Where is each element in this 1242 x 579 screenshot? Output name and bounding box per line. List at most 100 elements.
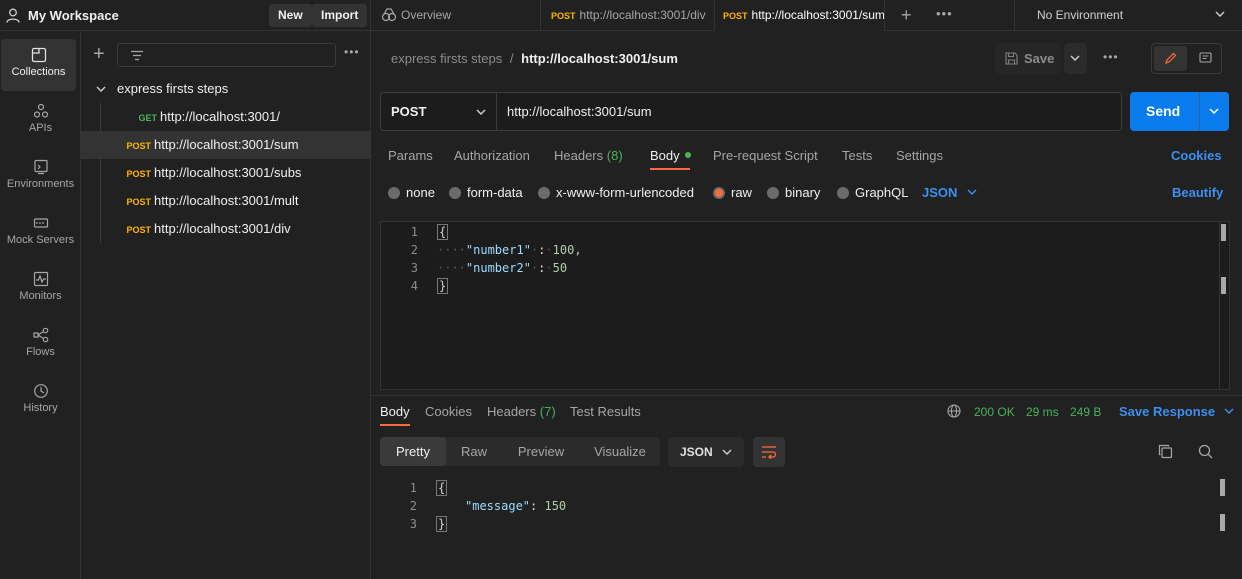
collection-folder[interactable]: express firsts steps [81, 75, 371, 103]
edit-mode-button[interactable] [1154, 46, 1187, 71]
response-tab-test-results[interactable]: Test Results [570, 404, 641, 419]
save-button[interactable]: Save [995, 43, 1062, 74]
response-tab-headers[interactable]: Headers (7) [487, 404, 556, 419]
breadcrumb: express firsts steps / http://localhost:… [391, 51, 678, 66]
pencil-icon [1165, 52, 1177, 64]
code-line: ····"number2"·:·50 [437, 261, 568, 275]
tab-tests[interactable]: Tests [842, 148, 872, 163]
sidebar-item-environments[interactable]: Environments [0, 151, 81, 203]
chevron-down-icon[interactable] [1209, 108, 1219, 115]
tab-method: POST [723, 11, 748, 21]
globe-icon[interactable] [947, 404, 961, 418]
response-size[interactable]: 249 B [1070, 405, 1101, 419]
request-body-editor[interactable]: 1 { 2 ····"number1"·:·100, 3 ····"number… [380, 221, 1230, 390]
tab-authorization[interactable]: Authorization [454, 148, 530, 163]
tab-body-label: Body [650, 148, 680, 163]
radio-binary[interactable]: binary [767, 185, 820, 200]
sidebar-item-history[interactable]: History [0, 375, 81, 427]
view-pretty-button[interactable]: Pretty [380, 437, 446, 466]
line-number: 2 [410, 243, 418, 257]
request-method: GET [138, 113, 157, 123]
radio-urlencoded[interactable]: x-www-form-urlencoded [538, 185, 694, 200]
environment-selector[interactable]: No Environment [1014, 0, 1242, 31]
tab-params[interactable]: Params [388, 148, 433, 163]
scrollbar-marker [1220, 514, 1225, 531]
response-tab-body[interactable]: Body [380, 404, 410, 419]
radio-raw[interactable]: raw [713, 185, 752, 200]
search-icon[interactable] [1198, 444, 1213, 459]
save-response-button[interactable]: Save Response [1119, 404, 1234, 419]
response-format-select[interactable]: JSON [668, 437, 744, 467]
sidebar-item-collections[interactable]: Collections [1, 39, 76, 91]
sidebar-item-flows[interactable]: Flows [0, 319, 81, 371]
copy-icon[interactable] [1158, 444, 1173, 459]
new-tab-icon[interactable]: + [901, 6, 912, 24]
tab-body[interactable]: Body [650, 148, 692, 163]
url-input[interactable]: http://localhost:3001/sum [507, 93, 652, 130]
radio-none[interactable]: none [388, 185, 435, 200]
breadcrumb-collection[interactable]: express firsts steps [391, 51, 502, 66]
sidebar-item-mock-servers[interactable]: Mock Servers [0, 207, 81, 259]
environment-label: No Environment [1037, 8, 1124, 22]
headers-count: (8) [606, 148, 623, 163]
request-item[interactable]: POST http://localhost:3001/div [81, 215, 371, 243]
request-method: POST [126, 225, 151, 235]
import-button[interactable]: Import [312, 4, 368, 27]
response-time[interactable]: 29 ms [1026, 405, 1059, 419]
view-raw-button[interactable]: Raw [446, 437, 502, 466]
request-item[interactable]: POST http://localhost:3001/mult [81, 187, 371, 215]
more-options-icon[interactable]: ••• [344, 45, 360, 59]
chevron-down-icon [96, 86, 106, 92]
pane-divider[interactable] [372, 395, 1242, 396]
cookies-link[interactable]: Cookies [1171, 148, 1222, 163]
more-actions-icon[interactable]: ••• [1103, 50, 1119, 64]
new-button[interactable]: New [269, 4, 312, 27]
request-method: POST [126, 141, 151, 151]
tab-request-sum[interactable]: POST http://localhost:3001/sum [715, 0, 885, 31]
response-status[interactable]: 200 OK [974, 405, 1015, 419]
tab-pre-request-script[interactable]: Pre-request Script [713, 148, 818, 163]
request-item[interactable]: POST http://localhost:3001/sum [81, 131, 371, 159]
tab-headers[interactable]: Headers (8) [554, 148, 623, 163]
breadcrumb-separator: / [509, 51, 514, 66]
wrap-lines-button[interactable] [753, 437, 785, 467]
radio-form-data[interactable]: form-data [449, 185, 523, 200]
monitors-icon [33, 271, 48, 287]
filter-input[interactable] [117, 43, 336, 67]
more-tabs-icon[interactable]: ••• [936, 6, 953, 21]
request-item[interactable]: POST http://localhost:3001/subs [81, 159, 371, 187]
response-body-viewer[interactable]: 1 { 2 "message": 150 3 } [380, 478, 1230, 579]
save-options-button[interactable] [1064, 43, 1087, 74]
breadcrumb-request[interactable]: http://localhost:3001/sum [521, 51, 678, 66]
tab-settings[interactable]: Settings [896, 148, 943, 163]
view-visualize-button[interactable]: Visualize [580, 437, 660, 466]
scrollbar-thumb[interactable] [1220, 479, 1225, 496]
radio-graphql[interactable]: GraphQL [837, 185, 908, 200]
view-preview-button[interactable]: Preview [502, 437, 580, 466]
beautify-link[interactable]: Beautify [1172, 185, 1223, 200]
comments-button[interactable] [1190, 46, 1220, 71]
scrollbar-thumb[interactable] [1221, 224, 1226, 241]
wrap-lines-icon [762, 446, 777, 459]
sidebar-item-monitors[interactable]: Monitors [0, 263, 81, 315]
mock-servers-icon [33, 218, 48, 228]
code-brace: } [436, 516, 448, 532]
request-item[interactable]: GET http://localhost:3001/ [81, 103, 371, 131]
line-number: 4 [410, 279, 418, 293]
user-icon [6, 8, 20, 23]
view-toggle [1151, 43, 1222, 74]
method-select[interactable]: POST [381, 93, 497, 130]
send-button[interactable]: Send [1130, 92, 1229, 131]
tab-request-div[interactable]: POST http://localhost:3001/div [541, 0, 715, 31]
body-format-select[interactable]: JSON [922, 185, 977, 200]
sidebar-item-label: Environments [6, 178, 75, 190]
workspace-title[interactable]: My Workspace [28, 8, 119, 23]
active-tab-underline [380, 424, 410, 426]
add-collection-icon[interactable]: + [93, 43, 105, 65]
tab-overview[interactable]: Overview [371, 0, 541, 31]
sidebar-item-apis[interactable]: APIs [0, 95, 81, 147]
collections-icon [31, 47, 46, 63]
code-brace: { [437, 224, 449, 240]
json-value: 50 [552, 261, 568, 275]
response-tab-cookies[interactable]: Cookies [425, 404, 472, 419]
